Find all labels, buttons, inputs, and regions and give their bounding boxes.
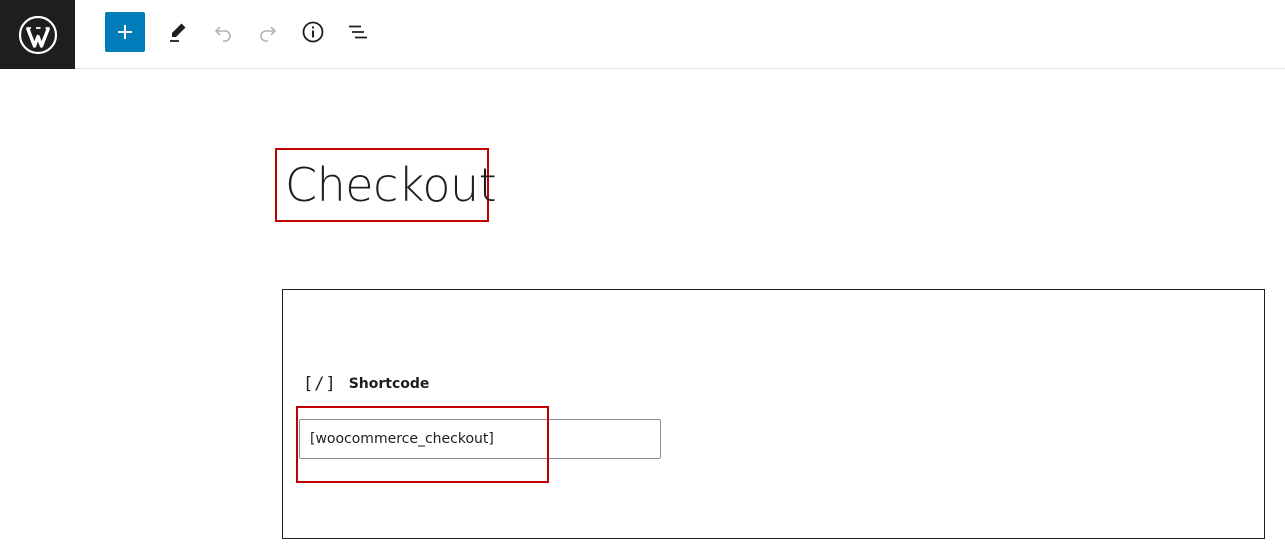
shortcode-input[interactable] (299, 419, 661, 459)
list-view-icon (349, 25, 367, 39)
info-icon (302, 21, 324, 43)
redo-icon (260, 26, 277, 42)
undo-button[interactable] (203, 12, 243, 52)
shortcode-icon: [/] (303, 374, 337, 394)
plus-icon (118, 25, 132, 39)
details-button[interactable] (293, 12, 333, 52)
wordpress-logo-svg (18, 15, 57, 54)
editor-toolbar (0, 0, 1285, 69)
wordpress-logo-icon[interactable] (0, 0, 75, 69)
shortcode-block[interactable]: [/] Shortcode (282, 289, 1265, 539)
undo-icon (214, 26, 231, 42)
add-block-button[interactable] (105, 12, 145, 52)
shortcode-block-header: [/] Shortcode (303, 374, 429, 394)
pencil-icon (170, 23, 186, 42)
redo-button[interactable] (248, 12, 288, 52)
page-title-highlight: Checkout (275, 148, 497, 222)
page-title[interactable]: Checkout (285, 158, 497, 212)
shortcode-label: Shortcode (348, 376, 430, 392)
list-view-button[interactable] (338, 12, 378, 52)
edit-tools-button[interactable] (158, 12, 198, 52)
